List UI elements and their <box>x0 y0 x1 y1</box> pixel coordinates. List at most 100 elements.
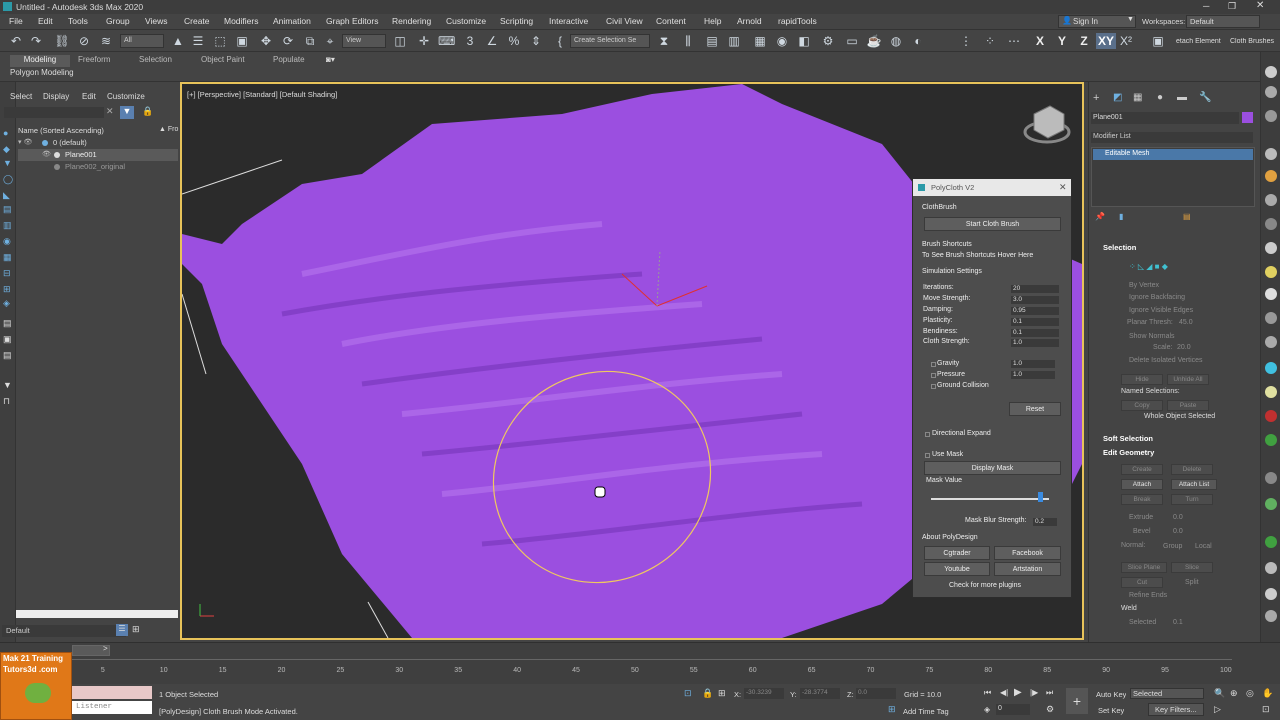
scene-row-layer[interactable]: ▾ 👁 0 (default) <box>18 137 178 149</box>
menu-views[interactable]: Views <box>145 16 168 26</box>
redo-icon[interactable]: ↷ <box>28 33 44 49</box>
zoom-icon[interactable]: 🔍 <box>1214 688 1225 699</box>
object-name-field[interactable]: Plane001 <box>1091 112 1239 124</box>
axis-z-button[interactable]: Z <box>1076 33 1092 49</box>
attach-button[interactable]: Attach <box>1121 479 1163 490</box>
z-coordinate-field[interactable]: 0.0 <box>856 688 896 699</box>
reference-coordinate-dropdown[interactable]: View <box>342 34 386 48</box>
gravity-checkbox[interactable] <box>931 362 936 367</box>
show-end-result-icon[interactable]: ▮ <box>1119 212 1123 221</box>
menu-civil-view[interactable]: Civil View <box>606 16 643 26</box>
mirror-icon[interactable]: ⧗ <box>656 33 672 49</box>
cloth-brushes-label[interactable]: Cloth Brushes <box>1230 38 1276 45</box>
ribbon-tab-populate[interactable]: Populate <box>273 55 305 64</box>
material-editor-icon[interactable]: ◧ <box>796 33 812 49</box>
mask-blur-spinner[interactable]: 0.2 <box>1033 518 1057 526</box>
layer-icon[interactable]: ▤ <box>3 318 13 328</box>
eye-icon[interactable]: 👁 <box>42 149 51 161</box>
menu-animation[interactable]: Animation <box>273 16 311 26</box>
track-bar[interactable] <box>72 659 1232 667</box>
menu-create[interactable]: Create <box>184 16 210 26</box>
slice-button[interactable]: Slice <box>1171 562 1213 573</box>
refine-ends-checkbox[interactable]: Refine Ends <box>1129 592 1167 599</box>
edit-named-selection-icon[interactable]: { <box>552 33 568 49</box>
gravity-spinner[interactable]: 1.0 <box>1011 360 1055 368</box>
current-frame-field[interactable]: 0 <box>996 704 1030 715</box>
time-config-icon[interactable]: ⚙ <box>1046 704 1054 715</box>
minimize-icon[interactable]: ─ <box>1203 1 1209 11</box>
render-setup-icon[interactable]: ⚙ <box>820 33 836 49</box>
frozen-column-header[interactable]: ▲ Fro <box>159 126 179 133</box>
facebook-button[interactable]: Facebook <box>994 546 1061 560</box>
selection-filter-dropdown[interactable]: All <box>120 34 164 48</box>
display-none-icon[interactable]: ● <box>3 128 13 138</box>
next-frame-icon[interactable]: |▶ <box>1030 688 1038 697</box>
render-iterative-icon[interactable]: ◍ <box>888 33 904 49</box>
scene-row-plane002[interactable]: Plane002_original <box>18 161 178 173</box>
show-normals-checkbox[interactable]: Show Normals <box>1129 333 1175 340</box>
snap-grid-icon[interactable]: ⋮ <box>958 33 974 49</box>
weld-selected-button[interactable]: Selected <box>1129 619 1156 626</box>
previous-frame-icon[interactable]: ◀| <box>1000 688 1008 697</box>
cgtrader-button[interactable]: Cgtrader <box>924 546 990 560</box>
maximize-icon[interactable]: ❐ <box>1228 1 1236 12</box>
soft-selection-rollout[interactable]: Soft Selection <box>1103 434 1153 443</box>
render-icon[interactable]: ☕ <box>866 33 882 49</box>
sort-icon[interactable]: ▤ <box>3 350 13 360</box>
axis-x-button[interactable]: X <box>1032 33 1048 49</box>
ribbon-tab-freeform[interactable]: Freeform <box>78 55 110 64</box>
axis-y-button[interactable]: Y <box>1054 33 1070 49</box>
mask-value-slider[interactable] <box>931 490 1049 504</box>
globe-tool-icon[interactable] <box>1265 588 1277 600</box>
object-color-swatch[interactable] <box>1242 112 1253 123</box>
ground-collision-checkbox[interactable] <box>931 384 936 389</box>
se-menu-edit[interactable]: Edit <box>82 92 96 101</box>
bevel-spinner[interactable]: 0.0 <box>1173 528 1183 535</box>
grass-tool-icon[interactable] <box>1265 498 1277 510</box>
window-crossing-icon[interactable]: ▣ <box>234 33 250 49</box>
menu-tools[interactable]: Tools <box>68 16 88 26</box>
polycloth-title-bar[interactable]: PolyCloth V2 ✕ <box>913 179 1071 196</box>
keyboard-shortcut-icon[interactable]: ⌨ <box>438 33 455 49</box>
create-tab-icon[interactable]: + <box>1093 92 1099 104</box>
attach-list-button[interactable]: Attach List <box>1171 479 1217 490</box>
menu-help[interactable]: Help <box>704 16 721 26</box>
maximize-viewport-icon[interactable]: ⊡ <box>1262 704 1270 715</box>
workspace-dropdown[interactable]: Default <box>1186 15 1260 28</box>
bendiness-spinner[interactable]: 0.1 <box>1011 329 1059 337</box>
percent-snap-icon[interactable]: % <box>506 33 522 49</box>
edit-geometry-rollout[interactable]: Edit Geometry <box>1103 448 1154 457</box>
sphere-tool-icon[interactable] <box>1265 66 1277 78</box>
filter-toggle-icon[interactable]: ▼ <box>120 106 134 119</box>
se-menu-select[interactable]: Select <box>10 92 32 101</box>
filter-icon[interactable]: ▼ <box>3 380 13 390</box>
directional-expand-checkbox[interactable] <box>925 432 930 437</box>
cut-button[interactable]: Cut <box>1121 577 1163 588</box>
align-icon[interactable]: ⫼ <box>680 33 696 49</box>
display-tab-icon[interactable]: ▬ <box>1177 92 1187 103</box>
smooth-tool-icon[interactable] <box>1265 242 1277 254</box>
cloth-strength-spinner[interactable]: 1.0 <box>1011 339 1059 347</box>
set-key-button[interactable]: Set Key <box>1098 706 1124 715</box>
menu-graph-editors[interactable]: Graph Editors <box>326 16 378 26</box>
menu-modifiers[interactable]: Modifiers <box>224 16 258 26</box>
bend-tool-icon[interactable] <box>1265 386 1277 398</box>
group-filter-icon[interactable]: ◈ <box>3 298 13 308</box>
link-icon[interactable]: ⛓ <box>54 33 70 49</box>
brush-shortcuts-hint[interactable]: To See Brush Shortcuts Hover Here <box>922 252 1033 259</box>
start-cloth-brush-button[interactable]: Start Cloth Brush <box>924 217 1061 231</box>
key-selection-dropdown[interactable]: Selected <box>1130 688 1204 699</box>
delete-button[interactable]: Delete <box>1171 464 1213 475</box>
rotate-icon[interactable]: ⟳ <box>280 33 296 49</box>
x-coordinate-field[interactable]: -30.3239 <box>744 688 784 699</box>
display-all-icon[interactable]: ◆ <box>3 144 13 154</box>
plasticity-spinner[interactable]: 0.1 <box>1011 318 1059 326</box>
se-horizontal-scrollbar[interactable] <box>16 610 178 618</box>
scene-hierarchy-icon[interactable]: ⊞ <box>132 624 140 635</box>
local-radio[interactable]: Local <box>1195 543 1212 550</box>
hierarchy-tab-icon[interactable]: ▦ <box>1133 92 1142 103</box>
zoom-all-icon[interactable]: ⊕ <box>1230 688 1238 699</box>
time-slider-next-icon[interactable]: > <box>103 644 108 653</box>
artstation-button[interactable]: Artstation <box>994 562 1061 576</box>
tree-tool-icon[interactable] <box>1265 536 1277 548</box>
